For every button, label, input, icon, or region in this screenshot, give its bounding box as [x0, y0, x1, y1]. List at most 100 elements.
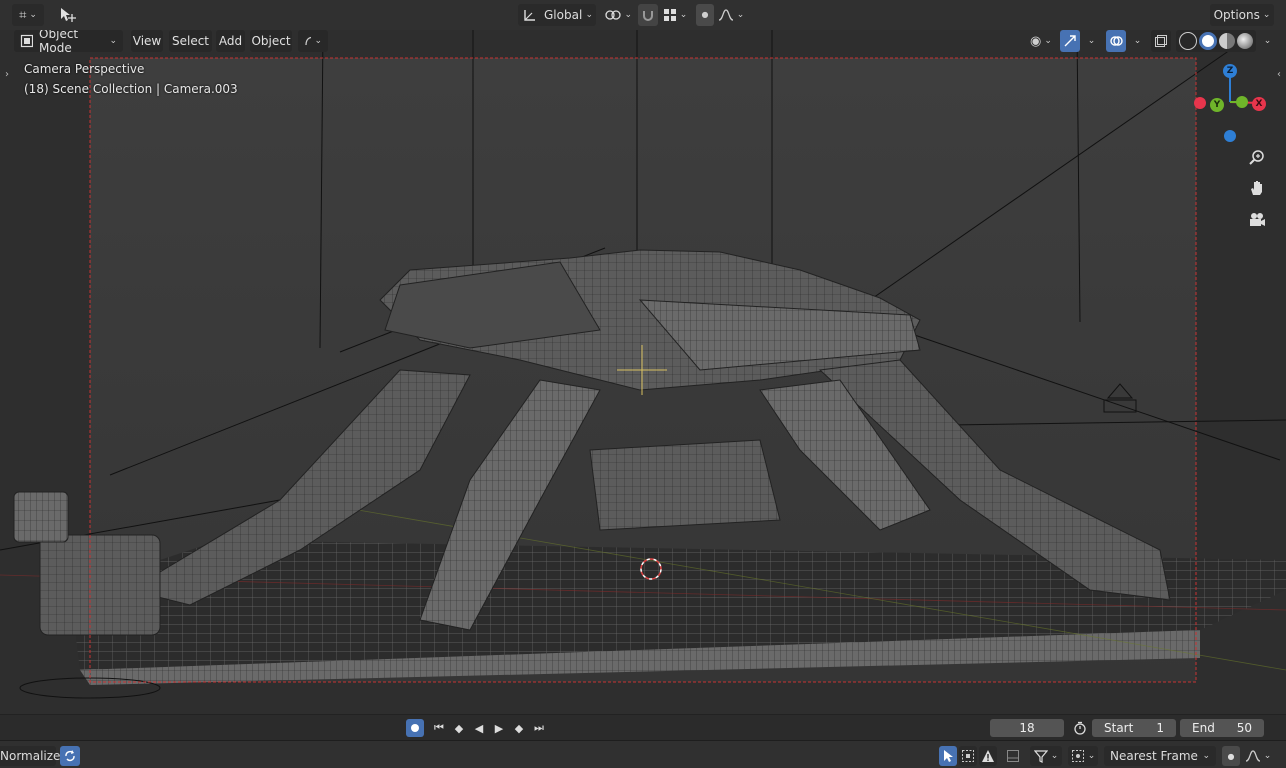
- xray-toggle-button[interactable]: [1151, 30, 1171, 52]
- sidebar-expand-icon[interactable]: ‹: [1272, 62, 1286, 86]
- normalize-button[interactable]: Normalize: [0, 746, 60, 766]
- curve-stroke-icon: [305, 36, 312, 46]
- chevron-down-icon: ⌄: [1263, 36, 1272, 46]
- current-frame-field[interactable]: 18: [990, 719, 1064, 737]
- end-frame-field[interactable]: End 50: [1180, 719, 1264, 737]
- snap-toggle-button[interactable]: [638, 4, 658, 26]
- chevron-down-icon: ⌄: [585, 10, 593, 20]
- normalize-sync-button[interactable]: [60, 746, 80, 766]
- transform-tool-button[interactable]: [56, 4, 80, 26]
- transform-orientation-dropdown[interactable]: Global ⌄: [518, 4, 596, 26]
- pivot-point-button[interactable]: ⌄: [604, 4, 632, 26]
- zoom-icon[interactable]: [1245, 146, 1269, 170]
- orientation-icon: [524, 10, 535, 21]
- navigation-gizmo[interactable]: Z Y X: [1190, 60, 1274, 144]
- chevron-down-icon: ⌄: [1263, 751, 1272, 761]
- move-cursor-icon: [61, 8, 76, 22]
- menu-object-label: Object: [251, 34, 291, 48]
- falloff-curve-icon: [1245, 750, 1260, 762]
- collection-info-label: (18) Scene Collection | Camera.003: [24, 82, 238, 96]
- snap-grid-icon: [663, 9, 676, 21]
- snap-point-icon: [1071, 750, 1084, 762]
- filter-dropdown[interactable]: ⌄: [1030, 746, 1062, 766]
- overlays-dropdown[interactable]: ⌄: [1128, 30, 1144, 52]
- next-keyframe-icon: ◆: [514, 721, 524, 735]
- axis-neg-z-ball[interactable]: [1224, 130, 1236, 142]
- jump-end-button[interactable]: ⏭: [530, 720, 548, 736]
- viewport-header: Object Mode ⌄ View Select Add Object ⌄ ◉…: [0, 30, 1286, 55]
- prev-keyframe-icon: ◆: [454, 721, 464, 735]
- axis-z-ball[interactable]: Z: [1223, 64, 1237, 78]
- eye-icon: ◉: [1030, 33, 1042, 49]
- menu-select[interactable]: Select: [169, 30, 212, 52]
- proportional-edit-bottom-button[interactable]: ●: [1222, 746, 1240, 766]
- gpencil-draw-dropdown[interactable]: ⌄: [298, 30, 328, 52]
- hand-pan-icon[interactable]: [1245, 176, 1269, 200]
- dot-circle-icon: ●: [1227, 751, 1235, 761]
- snap-mode-select[interactable]: Nearest Frame ⌄: [1104, 746, 1216, 766]
- chevron-down-icon: ⌄: [1044, 36, 1052, 46]
- options-dropdown[interactable]: Options ⌄: [1210, 4, 1274, 26]
- visibility-dropdown[interactable]: ◉ ⌄: [1024, 30, 1058, 52]
- axis-neg-x-ball[interactable]: [1194, 97, 1206, 109]
- chevron-down-icon: ⌄: [1087, 36, 1096, 46]
- axis-x-label: X: [1255, 99, 1263, 109]
- wireframe-shading-icon[interactable]: [1179, 32, 1197, 50]
- next-keyframe-button[interactable]: ◆: [510, 720, 528, 736]
- channel-region-button[interactable]: [1003, 746, 1023, 766]
- play-icon: ▶: [494, 721, 504, 735]
- falloff-curve-icon: [718, 9, 733, 21]
- falloff-bottom-button[interactable]: ⌄: [1242, 746, 1274, 766]
- play-reverse-button[interactable]: ◀: [470, 720, 488, 736]
- menu-add[interactable]: Add: [216, 30, 245, 52]
- record-button[interactable]: [406, 719, 424, 737]
- snap-dropdown[interactable]: ⌄: [1068, 746, 1098, 766]
- filter-funnel-icon: [1033, 750, 1048, 763]
- axis-z-label: Z: [1226, 66, 1234, 76]
- proportional-edit-button[interactable]: ●: [696, 4, 714, 26]
- chevron-down-icon: ⌄: [1087, 751, 1096, 761]
- box-select-icon: [962, 750, 974, 762]
- chevron-down-icon: ⌄: [29, 10, 37, 20]
- rendered-shading-icon[interactable]: [1237, 33, 1253, 49]
- 3d-viewport[interactable]: Object Mode ⌄ View Select Add Object ⌄ ◉…: [0, 30, 1286, 714]
- material-shading-icon[interactable]: [1219, 33, 1235, 49]
- menu-view[interactable]: View: [131, 30, 163, 52]
- object-mode-dropdown[interactable]: Object Mode ⌄: [14, 30, 123, 55]
- play-button[interactable]: ▶: [490, 720, 508, 736]
- snap-mode-value: Nearest Frame: [1110, 749, 1198, 763]
- toolbar-expand-icon[interactable]: ›: [0, 62, 14, 86]
- chevron-down-icon: ⌄: [1262, 10, 1271, 20]
- chevron-down-icon: ⌄: [1050, 751, 1059, 761]
- gizmo-dropdown[interactable]: ⌄: [1082, 30, 1098, 52]
- shading-dropdown[interactable]: ⌄: [1258, 30, 1274, 52]
- menu-add-label: Add: [218, 34, 243, 48]
- object-mode-label: Object Mode: [39, 30, 79, 55]
- box-select-button[interactable]: [959, 746, 977, 766]
- prev-keyframe-button[interactable]: ◆: [450, 720, 468, 736]
- select-tool-button[interactable]: [939, 746, 957, 766]
- cursor-arrow-icon: [944, 750, 953, 762]
- camera-view-icon[interactable]: [1245, 208, 1269, 232]
- solid-shading-icon[interactable]: [1199, 32, 1217, 50]
- axis-x-ball[interactable]: X: [1252, 97, 1266, 111]
- snap-target-button[interactable]: ⌄: [660, 4, 690, 26]
- menu-object[interactable]: Object: [250, 30, 292, 52]
- warning-button[interactable]: [979, 746, 997, 766]
- falloff-button[interactable]: ⌄: [716, 4, 746, 26]
- jump-start-button[interactable]: ⏮: [430, 720, 448, 736]
- gizmo-arrows-icon: [1064, 35, 1076, 47]
- axis-y-ball[interactable]: Y: [1210, 98, 1224, 112]
- start-frame-field[interactable]: Start 1: [1092, 719, 1176, 737]
- bottom-bar: Normalize ⌄ ⌄ Nearest Frame ⌄ ● ⌄: [0, 740, 1286, 768]
- editor-type-button[interactable]: ⌗ ⌄: [12, 4, 44, 26]
- menu-view-label: View: [132, 34, 162, 48]
- scene-render: [0, 30, 1286, 714]
- gizmo-toggle-button[interactable]: [1060, 30, 1080, 52]
- region-icon: [1007, 750, 1019, 762]
- overlays-toggle-button[interactable]: [1106, 30, 1126, 52]
- chevron-down-icon: ⌄: [736, 10, 745, 20]
- stopwatch-icon[interactable]: [1070, 720, 1090, 736]
- axis-neg-y-ball[interactable]: [1236, 96, 1248, 108]
- play-reverse-icon: ◀: [474, 721, 484, 735]
